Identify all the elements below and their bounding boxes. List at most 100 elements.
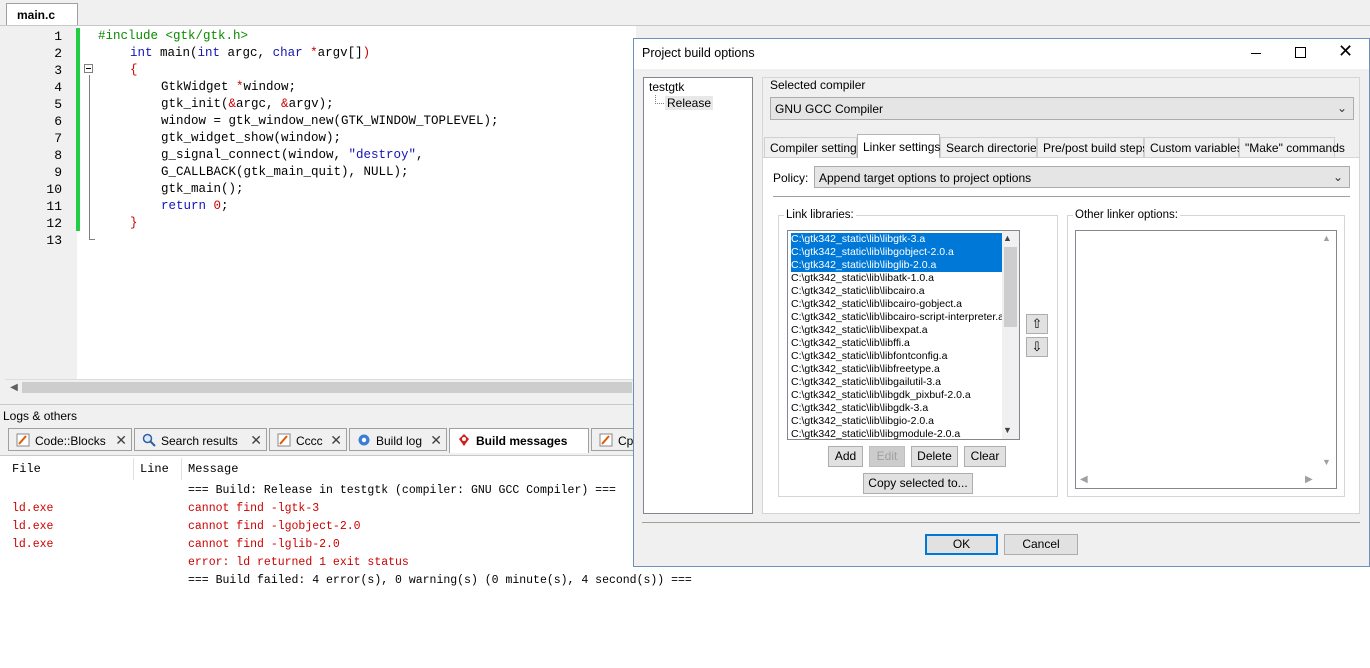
maximize-icon[interactable] bbox=[1295, 47, 1306, 58]
compiler-select[interactable]: GNU GCC Compiler ⌄ bbox=[770, 97, 1354, 120]
list-item[interactable]: C:\gtk342_static\lib\libcairo.a bbox=[791, 285, 1003, 298]
tab-cccc[interactable]: Cccc ✕ bbox=[269, 428, 347, 451]
divider bbox=[642, 522, 1360, 523]
log-row-message: cannot find -lgtk-3 bbox=[188, 502, 320, 515]
line-number: 2 bbox=[54, 46, 62, 61]
list-item[interactable]: C:\gtk342_static\lib\libgdk-3.a bbox=[791, 402, 1003, 415]
tab-build-messages[interactable]: Build messages bbox=[449, 428, 589, 453]
list-item[interactable]: C:\gtk342_static\lib\libatk-1.0.a bbox=[791, 272, 1003, 285]
scroll-up-icon[interactable]: ▲ bbox=[1322, 233, 1331, 243]
close-icon[interactable]: ✕ bbox=[330, 432, 342, 449]
clear-button[interactable]: Clear bbox=[964, 446, 1006, 467]
line-number: 13 bbox=[46, 233, 62, 248]
tab-main-c[interactable]: main.c bbox=[6, 3, 78, 25]
logs-title-text: Logs & others bbox=[3, 409, 78, 423]
tab-make-commands[interactable]: "Make" commands bbox=[1239, 137, 1345, 158]
other-options-vscrollbar[interactable] bbox=[1318, 231, 1336, 471]
logs-panel-title: Logs & others bbox=[0, 404, 635, 425]
list-item[interactable]: C:\gtk342_static\lib\libgdk_pixbuf-2.0.a bbox=[791, 389, 1003, 402]
edit-button[interactable]: Edit bbox=[869, 446, 905, 467]
close-icon[interactable]: ✕ bbox=[430, 432, 442, 449]
tab-label: Pre/post build steps bbox=[1043, 141, 1149, 155]
tab-label: Build messages bbox=[476, 434, 568, 448]
log-row-message: cannot find -lglib-2.0 bbox=[188, 538, 340, 551]
scroll-right-icon[interactable]: ▶ bbox=[1305, 474, 1313, 485]
move-up-button[interactable]: ⇧ bbox=[1026, 314, 1048, 334]
log-row-file: ld.exe bbox=[12, 502, 54, 515]
list-item[interactable]: C:\gtk342_static\lib\libcairo-script-int… bbox=[791, 311, 1003, 324]
log-row-file: ld.exe bbox=[12, 520, 54, 533]
list-item[interactable]: C:\gtk342_static\lib\libfreetype.a bbox=[791, 363, 1003, 376]
cancel-button[interactable]: Cancel bbox=[1004, 534, 1078, 555]
ok-button[interactable]: OK bbox=[925, 534, 998, 555]
code-line: GtkWidget *window; bbox=[161, 80, 297, 94]
tree-item-release[interactable]: Release bbox=[665, 96, 714, 110]
list-item[interactable]: C:\gtk342_static\lib\libffi.a bbox=[791, 337, 1003, 350]
column-header-line[interactable]: Line bbox=[140, 462, 169, 476]
editor-hscroll-thumb[interactable] bbox=[22, 382, 632, 393]
list-item[interactable]: C:\gtk342_static\lib\libgio-2.0.a bbox=[791, 415, 1003, 428]
log-row-message: === Build failed: 4 error(s), 0 warning(… bbox=[188, 574, 692, 587]
scroll-left-icon[interactable]: ◀ bbox=[8, 379, 20, 396]
compiler-select-value: GNU GCC Compiler bbox=[775, 102, 884, 116]
close-icon[interactable]: ✕ bbox=[1338, 41, 1353, 62]
column-divider bbox=[181, 458, 182, 480]
line-number: 6 bbox=[54, 114, 62, 129]
code-editor[interactable] bbox=[5, 26, 636, 379]
tab-pre-post-build-steps[interactable]: Pre/post build steps bbox=[1037, 137, 1148, 158]
code-line: #include <gtk/gtk.h> bbox=[98, 29, 249, 43]
tab-label: Custom variables bbox=[1150, 141, 1243, 155]
code-line: int main(int argc, char *argv[]) bbox=[130, 46, 371, 60]
list-item[interactable]: C:\gtk342_static\lib\libglib-2.0.a bbox=[791, 259, 1003, 272]
tab-label: Search results bbox=[161, 434, 238, 448]
other-linker-options-textarea[interactable] bbox=[1075, 230, 1337, 489]
line-number: 9 bbox=[54, 165, 62, 180]
close-icon[interactable]: ✕ bbox=[115, 432, 127, 449]
close-icon[interactable]: ✕ bbox=[250, 432, 262, 449]
tab-search-directories[interactable]: Search directories bbox=[940, 137, 1043, 158]
log-row-file: ld.exe bbox=[12, 538, 54, 551]
minimize-icon[interactable] bbox=[1249, 46, 1263, 60]
fold-toggle-icon[interactable] bbox=[84, 64, 93, 73]
scroll-down-icon[interactable]: ▼ bbox=[1322, 457, 1331, 467]
list-item[interactable]: C:\gtk342_static\lib\libexpat.a bbox=[791, 324, 1003, 337]
list-item[interactable]: C:\gtk342_static\lib\libgmodule-2.0.a bbox=[791, 428, 1003, 439]
chevron-down-icon: ⌄ bbox=[1332, 170, 1343, 184]
list-item[interactable]: C:\gtk342_static\lib\libfontconfig.a bbox=[791, 350, 1003, 363]
list-item[interactable]: C:\gtk342_static\lib\libgobject-2.0.a bbox=[791, 246, 1003, 259]
scroll-down-icon[interactable]: ▼ bbox=[1003, 425, 1012, 435]
fold-end bbox=[89, 239, 95, 240]
line-number: 11 bbox=[46, 199, 62, 214]
tab-label: Compiler settings bbox=[770, 141, 863, 155]
link-libraries-list[interactable]: C:\gtk342_static\lib\libgtk-3.a C:\gtk34… bbox=[787, 230, 1020, 440]
code-line: G_CALLBACK(gtk_main_quit), NULL); bbox=[161, 165, 409, 179]
tab-search-results[interactable]: Search results ✕ bbox=[134, 428, 267, 451]
list-item[interactable]: C:\gtk342_static\lib\libgailutil-3.a bbox=[791, 376, 1003, 389]
list-item[interactable]: C:\gtk342_static\lib\libcairo-gobject.a bbox=[791, 298, 1003, 311]
copy-selected-to-button[interactable]: Copy selected to... bbox=[863, 473, 973, 494]
tab-build-log[interactable]: Build log ✕ bbox=[349, 428, 447, 451]
list-item[interactable]: C:\gtk342_static\lib\libgtk-3.a bbox=[791, 233, 1003, 246]
code-line: gtk_init(&argc, &argv); bbox=[161, 97, 334, 111]
scroll-left-icon[interactable]: ◀ bbox=[1080, 474, 1088, 485]
policy-select[interactable]: Append target options to project options… bbox=[814, 166, 1350, 188]
column-header-message[interactable]: Message bbox=[188, 462, 238, 476]
tree-item-testgtk[interactable]: testgtk bbox=[649, 80, 684, 94]
search-icon bbox=[142, 433, 156, 447]
tab-custom-variables[interactable]: Custom variables bbox=[1144, 137, 1243, 158]
move-down-button[interactable]: ⇩ bbox=[1026, 337, 1048, 357]
code-line: return 0; bbox=[161, 199, 229, 213]
libraries-vscroll-thumb[interactable] bbox=[1004, 247, 1017, 327]
policy-select-value: Append target options to project options bbox=[819, 171, 1032, 185]
target-tree[interactable] bbox=[643, 77, 753, 514]
cccc-icon bbox=[277, 433, 291, 447]
code-line: { bbox=[130, 63, 138, 77]
tab-codeblocks[interactable]: Code::Blocks ✕ bbox=[8, 428, 132, 451]
column-header-file[interactable]: File bbox=[12, 462, 41, 476]
delete-button[interactable]: Delete bbox=[911, 446, 958, 467]
tab-label: Build log bbox=[376, 434, 423, 448]
tab-compiler-settings[interactable]: Compiler settings bbox=[764, 137, 863, 158]
tab-linker-settings[interactable]: Linker settings bbox=[857, 134, 940, 158]
add-button[interactable]: Add bbox=[828, 446, 863, 467]
scroll-up-icon[interactable]: ▲ bbox=[1003, 233, 1012, 243]
